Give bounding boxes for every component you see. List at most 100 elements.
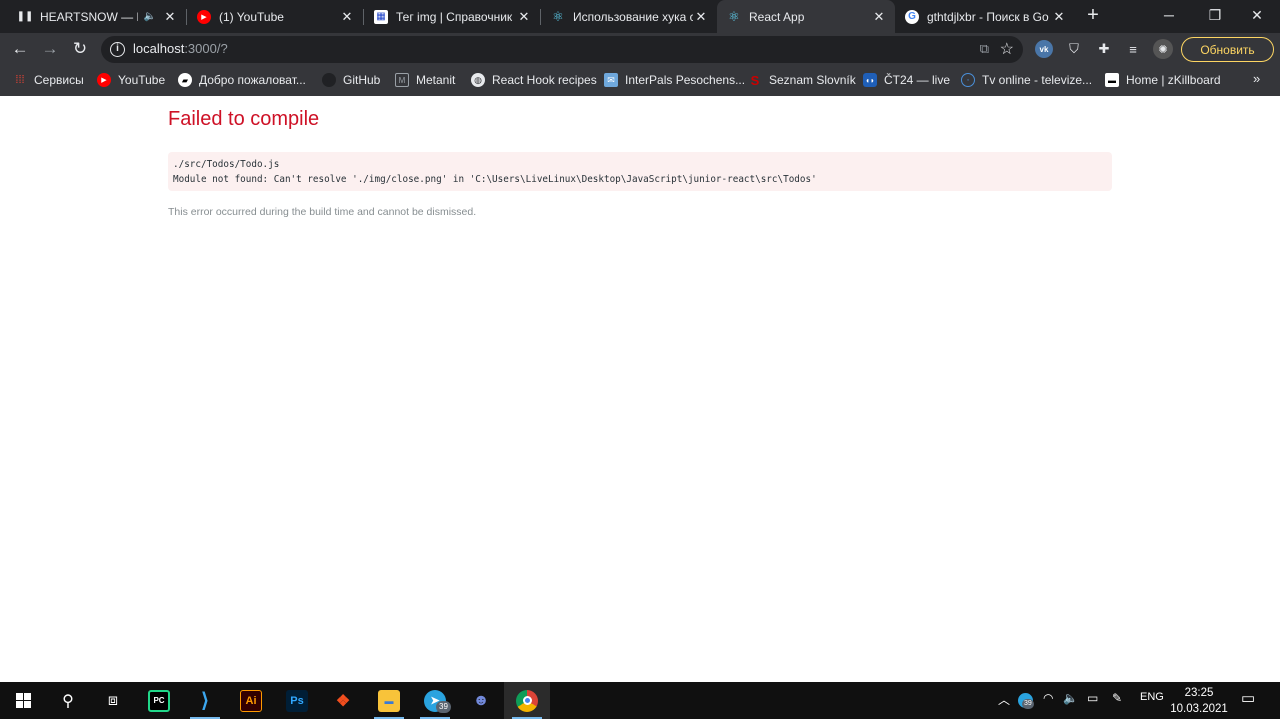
- bookmark-react-hook-recipes[interactable]: ◍ React Hook recipes: [471, 71, 597, 89]
- task-view-icon[interactable]: ⧈: [90, 682, 136, 719]
- bookmarks-overflow-icon[interactable]: »: [1253, 71, 1260, 86]
- tv-icon: ◦: [961, 73, 975, 87]
- tab-title: gthtdjlxbr - Поиск в Go: [927, 9, 1049, 24]
- bookmarks-bar: ⁞⁞⁞ Сервисы ▶ YouTube ▰ Добро пожаловат... …: [0, 65, 1280, 96]
- bookmark-label: Добро пожаловат...: [199, 73, 306, 87]
- chat-icon: ▰: [178, 73, 192, 87]
- tray-telegram-icon[interactable]: 39: [1018, 693, 1034, 709]
- tab-google[interactable]: G gthtdjlxbr - Поиск в Go ✕: [895, 0, 1075, 33]
- tab-heartsnow[interactable]: ❚❚ HEARTSNOW — Pr 🔈 ✕: [8, 0, 186, 33]
- bookmark-interpals[interactable]: ✉ InterPals Pesochens...: [604, 71, 745, 89]
- pycharm-icon[interactable]: PC: [136, 682, 182, 719]
- bookmark-label: GitHub: [343, 73, 381, 87]
- metanit-icon: M: [395, 73, 409, 87]
- url-text[interactable]: localhost:3000/?: [133, 41, 228, 56]
- mail-icon: ✉: [604, 73, 618, 87]
- close-icon[interactable]: ✕: [516, 9, 532, 25]
- speaker-icon: 🔈: [143, 11, 156, 22]
- discord-icon[interactable]: ☻: [458, 682, 504, 719]
- error-message: Module not found: Can't resolve './img/c…: [173, 174, 817, 185]
- bookmark-star-icon[interactable]: ☆: [1000, 39, 1014, 59]
- url-path: :3000/?: [184, 41, 228, 56]
- info-icon[interactable]: i: [110, 42, 125, 57]
- error-file-path: ./src/Todos/Todo.js: [173, 159, 280, 170]
- tab-react-app[interactable]: ⚛ React App ✕: [717, 0, 895, 33]
- file-explorer-icon[interactable]: ▬: [366, 682, 412, 719]
- close-icon[interactable]: ✕: [339, 9, 355, 25]
- browser-toolbar: ← → ↻ i localhost:3000/? ⧉ ☆ vk ⛉ ✚ ≡ ✺ …: [0, 33, 1280, 65]
- close-icon[interactable]: ✕: [871, 9, 887, 25]
- bookmark-github[interactable]: ● GitHub: [322, 71, 380, 89]
- tab-hook[interactable]: ⚛ Использование хука с ✕: [541, 0, 717, 33]
- figma-icon[interactable]: ❖: [320, 682, 366, 719]
- clock-date: 10.03.2021: [1170, 703, 1228, 715]
- bookmark-label: Tv online - televize...: [982, 73, 1093, 87]
- search-icon[interactable]: ⚲: [45, 682, 91, 719]
- google-icon: G: [905, 9, 919, 24]
- zkillboard-icon: ▬: [1105, 73, 1119, 87]
- clock-time: 23:25: [1184, 687, 1214, 699]
- close-icon[interactable]: ✕: [162, 9, 178, 25]
- error-title: Failed to compile: [168, 108, 320, 130]
- new-tab-button[interactable]: +: [1082, 5, 1104, 27]
- tab-title: (1) YouTube: [219, 9, 284, 24]
- bookmark-label: React Hook recipes: [492, 73, 597, 87]
- tab-title: Тег img | Справочник: [396, 9, 513, 24]
- bookmark-label: Seznam Slovník: [769, 73, 856, 87]
- windows-start-icon[interactable]: [0, 682, 46, 719]
- shield-extension-icon[interactable]: ⛉: [1064, 39, 1084, 59]
- tray-badge: 39: [1022, 699, 1034, 709]
- chrome-icon[interactable]: [504, 682, 550, 719]
- vk-extension-icon[interactable]: vk: [1034, 39, 1054, 59]
- bookmark-ct24[interactable]: ◖◗ ČT24 — live: [863, 71, 950, 89]
- bookmark-welcome[interactable]: ▰ Добро пожаловат...: [178, 71, 306, 89]
- vscode-icon[interactable]: ⟩: [182, 682, 228, 719]
- bookmark-zkillboard[interactable]: ▬ Home | zKillboard: [1105, 71, 1221, 89]
- reload-button[interactable]: ↻: [68, 37, 92, 61]
- bookmark-label: InterPals Pesochens...: [625, 73, 746, 87]
- wifi-icon[interactable]: ◠: [1043, 691, 1053, 705]
- minimize-button[interactable]: ─: [1146, 0, 1192, 30]
- tab-youtube[interactable]: ▶ (1) YouTube ✕: [187, 0, 363, 33]
- forward-button[interactable]: →: [38, 37, 62, 61]
- bookmark-youtube[interactable]: ▶ YouTube: [97, 71, 165, 89]
- github-icon: ●: [322, 73, 336, 87]
- bookmark-label: Home | zKillboard: [1126, 73, 1221, 87]
- bookmark-tv-online[interactable]: ◦ Tv online - televize...: [961, 71, 1092, 89]
- bookmark-label: Metanit: [416, 73, 456, 87]
- windows-taskbar: ⚲ ⧈ PC ⟩ Ai Ps ❖ ▬ ➤ 39 ☻ ︿ 39 ◠ 🔈 ▭ ✎ EN…: [0, 682, 1280, 719]
- telegram-icon[interactable]: ➤ 39: [412, 682, 458, 719]
- photoshop-icon[interactable]: Ps: [274, 682, 320, 719]
- error-note: This error occurred during the build tim…: [168, 206, 477, 218]
- window-close-button[interactable]: ✕: [1234, 0, 1280, 30]
- update-button[interactable]: Обновить: [1181, 37, 1274, 62]
- tab-strip: ❚❚ HEARTSNOW — Pr 🔈 ✕ ▶ (1) YouTube ✕ ▦ …: [0, 0, 1280, 33]
- illustrator-icon[interactable]: Ai: [228, 682, 274, 719]
- tab-htmlbook[interactable]: ▦ Тег img | Справочник ✕: [364, 0, 540, 33]
- screen: ❚❚ HEARTSNOW — Pr 🔈 ✕ ▶ (1) YouTube ✕ ▦ …: [0, 0, 1280, 719]
- volume-icon[interactable]: 🔈: [1063, 691, 1078, 705]
- address-bar[interactable]: i localhost:3000/? ⧉ ☆: [101, 36, 1023, 63]
- react-icon: ⚛: [552, 8, 564, 24]
- bookmark-label: Сервисы: [34, 73, 84, 87]
- notifications-icon[interactable]: ▭: [1241, 689, 1255, 707]
- system-clock[interactable]: 23:25 10.03.2021: [1168, 685, 1230, 717]
- tray-overflow-icon[interactable]: ︿: [998, 691, 1010, 708]
- bookmark-services[interactable]: ⁞⁞⁞ Сервисы: [13, 71, 84, 89]
- profile-avatar-icon[interactable]: ✺: [1153, 39, 1173, 59]
- media-queue-icon[interactable]: ≡: [1123, 39, 1143, 59]
- back-button[interactable]: ←: [8, 37, 32, 61]
- tab-title: React App: [749, 9, 805, 24]
- bookmark-seznam[interactable]: S Seznam Slovník: [748, 71, 856, 89]
- close-icon[interactable]: ✕: [1051, 9, 1067, 25]
- restore-button[interactable]: ❐: [1192, 0, 1238, 30]
- pen-icon[interactable]: ✎: [1112, 691, 1122, 705]
- language-indicator[interactable]: ENG: [1140, 691, 1164, 703]
- extensions-puzzle-icon[interactable]: ✚: [1094, 39, 1114, 59]
- close-icon[interactable]: ✕: [693, 9, 709, 25]
- tab-title: HEARTSNOW — Pr: [40, 9, 138, 24]
- battery-icon[interactable]: ▭: [1087, 691, 1098, 705]
- translate-icon[interactable]: ⧉: [980, 41, 989, 57]
- bookmark-metanit[interactable]: M Metanit: [395, 71, 455, 89]
- url-host: localhost: [133, 41, 185, 56]
